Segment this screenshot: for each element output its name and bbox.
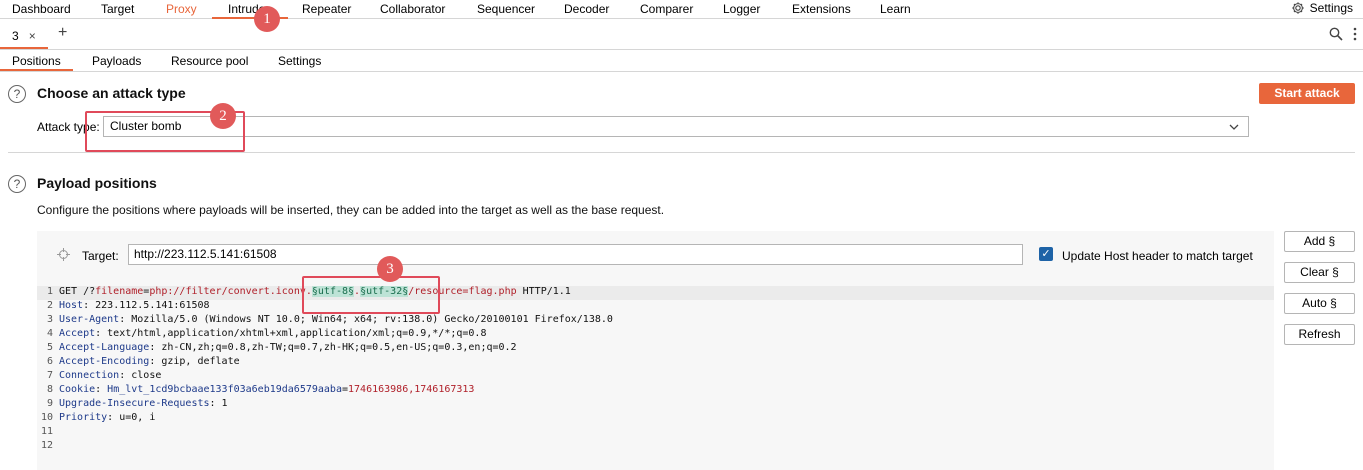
target-row: Target: http://223.112.5.141:61508 ✓ Upd…: [37, 241, 1274, 269]
crosshair-icon: [57, 248, 70, 261]
chevron-down-icon: [1229, 124, 1239, 130]
code-line: 1 GET /?filename=php://filter/convert.ic…: [37, 286, 1274, 300]
help-icon[interactable]: ?: [8, 85, 26, 103]
close-icon[interactable]: ×: [29, 29, 36, 43]
menu-logger[interactable]: Logger: [723, 2, 760, 16]
line-number: 10: [40, 412, 53, 423]
settings-label: Settings: [1309, 1, 1353, 15]
tab-positions[interactable]: Positions: [12, 54, 61, 68]
code-line: 3 User-Agent: Mozilla/5.0 (Windows NT 10…: [37, 314, 1274, 328]
attack-tab-3[interactable]: 3 ×: [0, 25, 48, 49]
refresh-button[interactable]: Refresh: [1284, 324, 1355, 345]
code-line: 12: [37, 440, 1274, 454]
tab-settings[interactable]: Settings: [278, 54, 321, 68]
tab-label: 3: [12, 29, 19, 43]
line-number: 3: [46, 314, 53, 325]
line-number: 1: [46, 286, 53, 297]
code-line: 2 Host: 223.112.5.141:61508: [37, 300, 1274, 314]
intruder-subtabs: Positions Payloads Resource pool Setting…: [0, 50, 1363, 72]
line-number: 5: [46, 342, 53, 353]
help-icon[interactable]: ?: [8, 175, 26, 193]
line-number: 2: [46, 300, 53, 311]
payload-positions-title: Payload positions: [37, 175, 157, 191]
search-icon[interactable]: [1329, 27, 1343, 41]
line-number: 9: [46, 398, 53, 409]
code-line: 9 Upgrade-Insecure-Requests: 1: [37, 398, 1274, 412]
attack-type-title: Choose an attack type: [37, 85, 186, 101]
menu-decoder[interactable]: Decoder: [564, 2, 609, 16]
gear-icon: [1291, 2, 1304, 14]
annotation-badge-2: 2: [210, 103, 236, 129]
start-attack-button[interactable]: Start attack: [1259, 83, 1355, 104]
update-host-label: Update Host header to match target: [1062, 249, 1253, 263]
code-line: 8 Cookie: Hm_lvt_1cd9bcbaae133f03a6eb19d…: [37, 384, 1274, 398]
annotation-box-3: [302, 276, 440, 314]
code-line: 7 Connection: close: [37, 370, 1274, 384]
menu-target[interactable]: Target: [101, 2, 134, 16]
menu-learn[interactable]: Learn: [880, 2, 911, 16]
line-number: 8: [46, 384, 53, 395]
line-number: 11: [40, 426, 53, 437]
menu-dashboard[interactable]: Dashboard: [12, 2, 71, 16]
menu-sequencer[interactable]: Sequencer: [477, 2, 535, 16]
tab-payloads[interactable]: Payloads: [92, 54, 141, 68]
payload-positions-description: Configure the positions where payloads w…: [37, 203, 665, 217]
menu-comparer[interactable]: Comparer: [640, 2, 693, 16]
clear-markers-button[interactable]: Clear §: [1284, 262, 1355, 283]
section-divider: [8, 152, 1355, 153]
main-menubar: Dashboard Target Proxy Intruder Repeater…: [0, 0, 1363, 19]
target-label: Target:: [82, 249, 119, 263]
annotation-badge-3: 3: [377, 256, 403, 282]
annotation-badge-1: 1: [254, 6, 280, 32]
code-line: 10 Priority: u=0, i: [37, 412, 1274, 426]
auto-markers-button[interactable]: Auto §: [1284, 293, 1355, 314]
request-editor: Target: http://223.112.5.141:61508 ✓ Upd…: [37, 231, 1274, 470]
attack-type-select[interactable]: Cluster bomb: [103, 116, 1249, 137]
line-number: 7: [46, 370, 53, 381]
code-line: 4 Accept: text/html,application/xhtml+xm…: [37, 328, 1274, 342]
line-number: 6: [46, 356, 53, 367]
code-line: 11: [37, 426, 1274, 440]
add-marker-button[interactable]: Add §: [1284, 231, 1355, 252]
update-host-checkbox[interactable]: ✓: [1039, 247, 1053, 261]
menu-extensions[interactable]: Extensions: [792, 2, 851, 16]
line-number: 12: [40, 440, 53, 451]
menu-collaborator[interactable]: Collaborator: [380, 2, 445, 16]
settings-menu[interactable]: Settings: [1291, 1, 1353, 15]
line-number: 4: [46, 328, 53, 339]
code-line: 6 Accept-Encoding: gzip, deflate: [37, 356, 1274, 370]
intruder-tabstrip: 3 × +: [0, 19, 1363, 50]
target-input[interactable]: http://223.112.5.141:61508: [128, 244, 1023, 265]
menu-proxy[interactable]: Proxy: [166, 2, 197, 16]
more-options-icon[interactable]: [1353, 27, 1357, 41]
positions-active-underline: [0, 69, 73, 71]
tab-resource-pool[interactable]: Resource pool: [171, 54, 248, 68]
menu-repeater[interactable]: Repeater: [302, 2, 351, 16]
code-line: 5 Accept-Language: zh-CN,zh;q=0.8,zh-TW;…: [37, 342, 1274, 356]
add-tab-icon[interactable]: +: [58, 24, 67, 42]
